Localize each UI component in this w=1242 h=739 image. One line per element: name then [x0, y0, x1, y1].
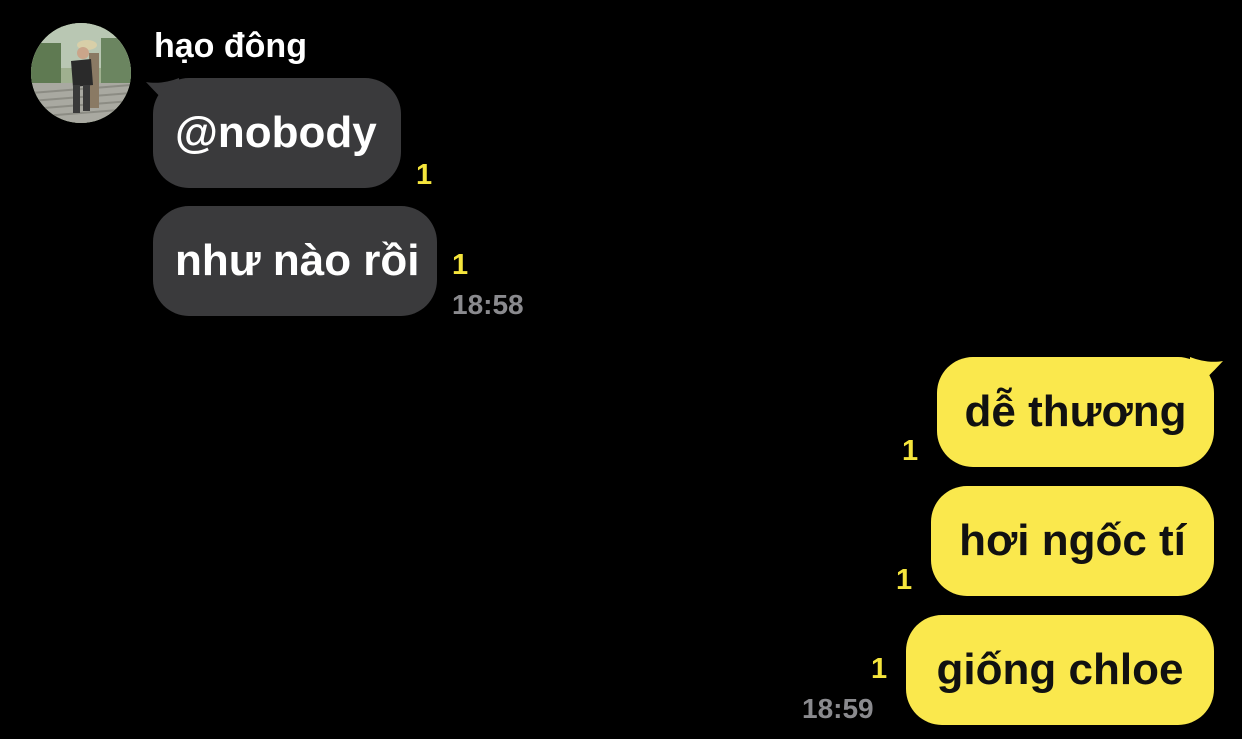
- message-text: như nào rồi: [175, 236, 420, 285]
- chat-message-list[interactable]: hạo đông @nobody 1 như nào rồi 1 18:58 d…: [0, 0, 1242, 739]
- message-timestamp: 18:59: [802, 693, 874, 724]
- outgoing-message-bubble[interactable]: hơi ngốc tí: [931, 486, 1214, 596]
- incoming-message-bubble[interactable]: như nào rồi: [153, 206, 437, 316]
- unread-count: 1: [416, 159, 433, 191]
- outgoing-message-bubble[interactable]: giống chloe: [906, 615, 1214, 725]
- message-text: giống chloe: [936, 645, 1184, 694]
- message-text: hơi ngốc tí: [959, 516, 1186, 565]
- unread-count: 1: [902, 435, 919, 467]
- unread-count: 1: [871, 653, 888, 685]
- message-text: @nobody: [175, 108, 377, 157]
- outgoing-message-bubble[interactable]: dễ thương: [937, 357, 1214, 467]
- sender-avatar[interactable]: [31, 23, 131, 123]
- unread-count: 1: [896, 564, 913, 596]
- unread-count: 1: [452, 249, 469, 281]
- avatar-photo-icon: [31, 23, 131, 123]
- incoming-message-bubble[interactable]: @nobody: [153, 78, 401, 188]
- message-text: dễ thương: [964, 387, 1187, 436]
- sender-name: hạo đông: [154, 27, 307, 65]
- message-timestamp: 18:58: [452, 289, 524, 320]
